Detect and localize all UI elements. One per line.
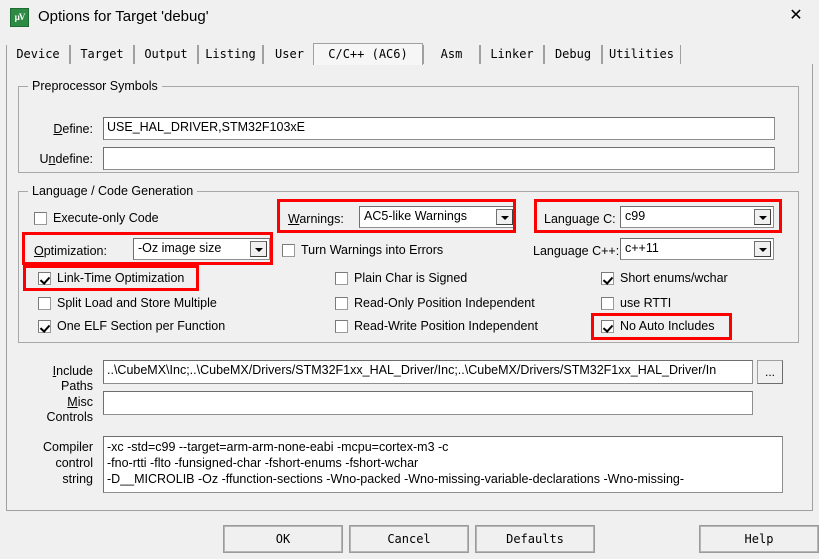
checkbox-label: use RTTI [620,296,672,310]
misc-controls-label-line1: Misc [67,395,93,409]
language-c-combo[interactable]: c99 [620,206,774,228]
checkbox-label: Plain Char is Signed [354,271,468,285]
preprocessor-symbols-title: Preprocessor Symbols [28,79,162,93]
warnings-value: AC5-like Warnings [364,209,468,223]
checkbox-label: Split Load and Store Multiple [57,296,217,310]
checkbox-box [335,320,348,333]
compiler-control-label-line1: Compiler [42,440,93,454]
checkbox-label: Execute-only Code [53,211,159,225]
compiler-control-string-output: -xc -std=c99 --target=arm-arm-none-eabi … [103,436,783,493]
checkbox-box [601,272,614,285]
cancel-button[interactable]: Cancel [349,525,469,553]
language-code-generation-title: Language / Code Generation [28,184,198,198]
checkbox-label: Read-Write Position Independent [354,319,538,333]
tab-device[interactable]: Device [6,45,70,64]
checkbox-label: No Auto Includes [620,319,715,333]
define-label: Define: [53,122,93,136]
tab-listing[interactable]: Listing [198,45,263,64]
tab-output[interactable]: Output [134,45,198,64]
checkbox-box [282,244,295,257]
undefine-input[interactable] [103,147,775,170]
checkbox-box [38,320,51,333]
chevron-down-icon[interactable] [754,241,771,257]
window-title: Options for Target 'debug' [38,8,209,25]
chevron-down-icon[interactable] [496,209,513,225]
defaults-button[interactable]: Defaults [475,525,595,553]
define-input[interactable]: USE_HAL_DRIVER,STM32F103xE [103,117,775,140]
misc-controls-label-line2: Controls [46,410,93,424]
tab-asm[interactable]: Asm [423,45,480,64]
checkbox-box [601,297,614,310]
warnings-combo[interactable]: AC5-like Warnings [359,206,516,228]
include-paths-browse-button[interactable]: ... [757,360,783,384]
checkbox-label: One ELF Section per Function [57,319,226,333]
checkbox-box [335,272,348,285]
warnings-label: Warnings: [288,212,344,226]
language-c-label: Language C: [544,212,616,226]
optimization-combo[interactable]: -Oz image size [133,238,270,260]
title-bar: µV Options for Target 'debug' ✕ [0,0,819,36]
optimization-label: Optimization: [34,244,107,258]
ok-button[interactable]: OK [223,525,343,553]
tab-debug[interactable]: Debug [544,45,602,64]
checkbox-box [335,297,348,310]
checkbox-box [38,272,51,285]
language-c-value: c99 [625,209,646,223]
checkbox-label: Turn Warnings into Errors [301,243,444,257]
include-paths-label-line2: Paths [61,379,93,393]
tab-utilities[interactable]: Utilities [602,45,681,64]
chevron-down-icon[interactable] [250,241,267,257]
close-icon[interactable]: ✕ [773,0,819,31]
include-paths-input[interactable]: ..\CubeMX\Inc;..\CubeMX/Drivers/STM32F1x… [103,360,753,384]
uvision-logo-icon: µV [10,8,29,27]
language-cpp-value: c++11 [625,241,659,255]
c-cpp-options-panel: Preprocessor Symbols Define: USE_HAL_DRI… [6,64,813,511]
checkbox-box [34,212,47,225]
tab-strip: Device Target Output Listing User C/C++ … [6,43,813,65]
help-button[interactable]: Help [699,525,819,553]
checkbox-label: Read-Only Position Independent [354,296,535,310]
checkbox-box [601,320,614,333]
dialog-button-bar: OK Cancel Defaults Help [0,519,819,559]
misc-controls-input[interactable] [103,391,753,415]
checkbox-box [38,297,51,310]
include-paths-label-line1: Include [52,364,93,378]
checkbox-label: Link-Time Optimization [57,271,185,285]
undefine-label: Undefine: [39,152,93,166]
chevron-down-icon[interactable] [754,209,771,225]
tab-user[interactable]: User [263,45,316,64]
checkbox-label: Short enums/wchar [620,271,728,285]
compiler-control-label-line3: string [62,472,93,486]
optimization-value: -Oz image size [138,241,222,255]
language-cpp-label: Language C++: [533,244,620,258]
language-cpp-combo[interactable]: c++11 [620,238,774,260]
tab-target[interactable]: Target [70,45,134,64]
tab-linker[interactable]: Linker [480,45,544,64]
tab-c-cpp-ac6[interactable]: C/C++ (AC6) [313,43,423,65]
compiler-control-label-line2: control [55,456,93,470]
